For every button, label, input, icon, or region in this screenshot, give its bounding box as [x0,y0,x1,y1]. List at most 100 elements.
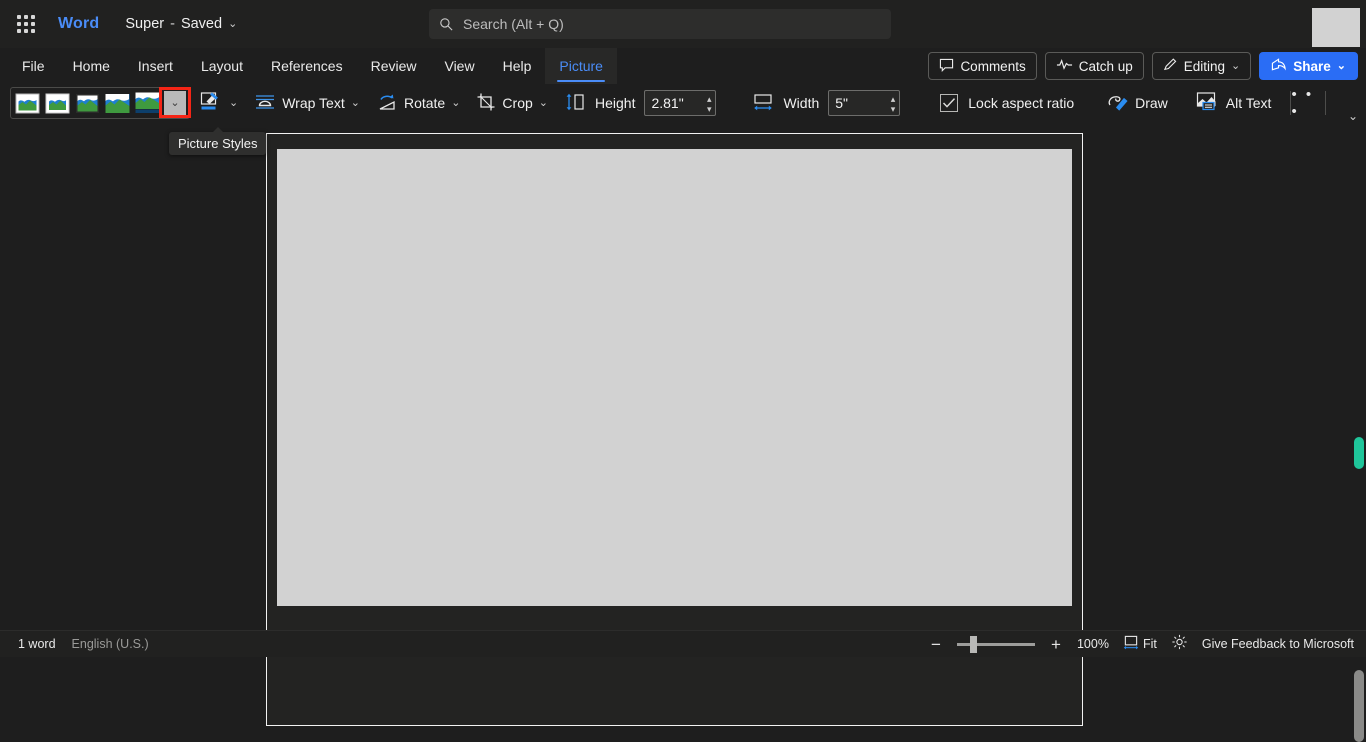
tab-help[interactable]: Help [489,48,546,84]
draw-pen-icon [1106,92,1129,115]
save-status: Saved [180,16,223,32]
height-stepper[interactable]: ▴ ▾ [707,92,712,116]
feedback-link[interactable]: Give Feedback to Microsoft [1202,637,1354,651]
ribbon-tabs: File Home Insert Layout References Revie… [0,48,617,84]
zoom-slider[interactable] [956,635,1035,653]
alt-text-label: Alt Text [1225,95,1272,111]
picture-style-3[interactable] [73,91,101,115]
lock-aspect-ratio-label: Lock aspect ratio [968,95,1075,111]
stepper-up-icon[interactable]: ▴ [891,94,896,103]
app-name-word[interactable]: Word [58,15,99,33]
fit-button[interactable]: Fit [1123,635,1157,653]
editing-button[interactable]: Editing ⌄ [1151,52,1252,80]
alt-text-button[interactable]: Alt Text [1189,87,1279,119]
tab-picture[interactable]: Picture [545,48,617,84]
title-separator: - [170,16,175,32]
picture-styles-gallery: ⌄ [10,87,191,119]
lock-aspect-ratio-group[interactable]: Lock aspect ratio [933,87,1081,119]
zoom-in-button[interactable]: + [1049,636,1063,653]
tab-insert[interactable]: Insert [124,48,187,84]
collapse-ribbon-button[interactable]: ⌄ [1348,109,1358,123]
vertical-scrollbar[interactable] [1352,122,1366,742]
draw-button[interactable]: Draw [1099,87,1175,119]
chevron-down-icon: ⌄ [451,96,461,109]
tab-label: Insert [137,58,173,74]
toolbar-divider [1325,91,1327,115]
chevron-down-icon: ⌄ [1231,59,1241,72]
tab-label: Help [502,58,532,74]
width-field-group: Width 5" ▴ ▾ [745,87,907,119]
height-input[interactable]: 2.81" ▴ ▾ [644,90,717,116]
waffle-grid-icon [17,15,35,33]
tab-view[interactable]: View [430,48,488,84]
highlight-box [159,87,191,118]
share-arrow-icon [1271,57,1287,75]
rotate-button[interactable]: Rotate ⌄ [369,87,467,119]
pencil-icon [1163,57,1178,75]
tab-label: View [444,58,475,74]
language-indicator[interactable]: English (U.S.) [72,637,149,651]
tab-label: Review [370,58,417,74]
document-title-group[interactable]: Super - Saved ⌄ [125,16,237,32]
picture-command-bar: ⌄ ⌄ Wrap Text ⌄ Rotate ⌄ Crop ⌄ Height 2… [0,84,1366,123]
tab-review[interactable]: Review [357,48,431,84]
focus-brightness-icon[interactable] [1171,634,1188,655]
picture-style-5[interactable] [133,91,161,115]
stepper-down-icon[interactable]: ▾ [891,104,896,113]
chevron-down-icon: ⌄ [1336,59,1346,72]
zoom-level[interactable]: 100% [1077,637,1109,651]
tab-label: File [22,58,45,74]
share-button[interactable]: Share ⌄ [1259,52,1358,80]
app-launcher-button[interactable] [6,4,46,44]
tab-references[interactable]: References [257,48,357,84]
chevron-down-icon[interactable]: ⌄ [228,18,237,30]
document-canvas[interactable] [0,122,1366,726]
lock-aspect-ratio-checkbox[interactable] [940,94,959,112]
wrap-text-label: Wrap Text [282,95,345,111]
ribbon-tab-bar: File Home Insert Layout References Revie… [0,48,1366,84]
tab-label: Layout [200,58,243,74]
picture-style-4[interactable] [103,91,131,115]
document-name: Super [125,16,165,32]
activity-wave-icon [1056,58,1073,74]
picture-style-2[interactable] [43,91,71,115]
chevron-down-icon: ⌄ [229,96,239,109]
avatar[interactable] [1312,8,1360,47]
wrap-text-button[interactable]: Wrap Text ⌄ [247,87,367,119]
selected-picture[interactable] [277,149,1072,606]
word-count[interactable]: 1 word [18,637,56,651]
height-arrow-icon [564,92,586,115]
search-input[interactable]: Search (Alt + Q) [429,9,891,39]
zoom-slider-handle[interactable] [969,635,977,653]
comments-button[interactable]: Comments [928,52,1037,80]
fit-label: Fit [1142,637,1157,651]
scrollbar-accent-thumb[interactable] [1354,437,1364,469]
height-field-group: Height 2.81" ▴ ▾ [557,87,723,119]
tab-home[interactable]: Home [59,48,124,84]
scrollbar-thumb[interactable] [1354,670,1364,742]
crop-icon [476,92,496,115]
tab-file[interactable]: File [8,48,59,84]
picture-border-button[interactable]: ⌄ [192,87,245,119]
width-stepper[interactable]: ▴ ▾ [891,92,896,116]
search-placeholder: Search (Alt + Q) [463,16,564,32]
chevron-down-icon: ⌄ [350,96,360,109]
wrap-text-icon [254,92,276,115]
status-bar: 1 word English (U.S.) − + 100% Fit Give … [0,630,1366,657]
tab-label: Picture [559,58,603,74]
title-bar: Word Super - Saved ⌄ Search (Alt + Q) [0,0,1366,48]
width-input[interactable]: 5" ▴ ▾ [828,90,901,116]
height-value: 2.81" [651,95,684,111]
tab-layout[interactable]: Layout [187,48,257,84]
crop-button[interactable]: Crop ⌄ [469,87,555,119]
rotate-label: Rotate [403,95,446,111]
picture-style-1[interactable] [13,91,41,115]
catch-up-button[interactable]: Catch up [1044,52,1144,80]
chevron-down-icon: ⌄ [538,96,548,109]
fit-page-icon [1123,635,1139,653]
zoom-out-button[interactable]: − [929,636,943,653]
stepper-up-icon[interactable]: ▴ [707,94,712,103]
more-options-button[interactable]: • • • [1291,86,1325,120]
stepper-down-icon[interactable]: ▾ [707,104,712,113]
picture-styles-dropdown-button[interactable]: ⌄ [159,87,191,118]
